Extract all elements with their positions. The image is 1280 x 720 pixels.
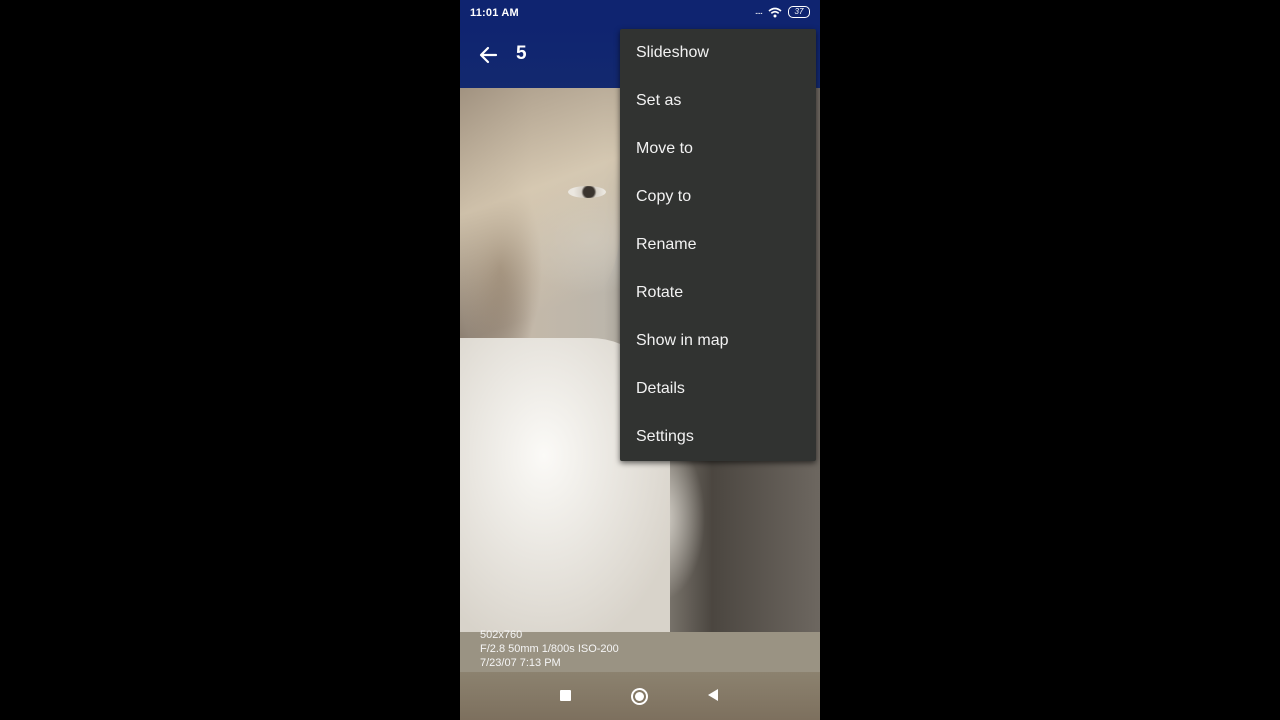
menu-item-details[interactable]: Details [620, 365, 816, 413]
status-time: 11:01 AM [470, 7, 519, 19]
menu-item-set-as[interactable]: Set as [620, 77, 816, 125]
menu-item-move-to[interactable]: Move to [620, 125, 816, 173]
battery-icon: 37 [788, 6, 810, 18]
overflow-menu: Slideshow Set as Move to Copy to Rename … [620, 29, 816, 461]
exif-resolution: 502x760 [480, 629, 523, 641]
menu-item-rename[interactable]: Rename [620, 221, 816, 269]
menu-item-slideshow[interactable]: Slideshow [620, 29, 816, 77]
home-circle-icon[interactable] [631, 688, 648, 705]
exif-info: 502x760 F/2.8 50mm 1/800s ISO-200 7/23/0… [480, 628, 619, 670]
photo-hair-region [460, 88, 620, 348]
status-icons: .... 37 [755, 6, 810, 18]
menu-item-copy-to[interactable]: Copy to [620, 173, 816, 221]
menu-item-rotate[interactable]: Rotate [620, 269, 816, 317]
nav-bar [460, 672, 820, 720]
status-bar: 11:01 AM .... 37 [460, 0, 820, 26]
exif-exposure: F/2.8 50mm 1/800s ISO-200 [480, 643, 619, 655]
menu-item-show-in-map[interactable]: Show in map [620, 317, 816, 365]
photo-eye-region [568, 186, 606, 198]
menu-item-settings[interactable]: Settings [620, 413, 816, 461]
wifi-icon [768, 7, 782, 17]
recents-square-icon[interactable] [560, 690, 571, 701]
exif-date: 7/23/07 7:13 PM [480, 657, 561, 669]
arrow-back-icon[interactable] [474, 40, 504, 70]
signal-dots-icon: .... [754, 6, 763, 17]
page-title: 5 [516, 43, 527, 64]
back-triangle-icon[interactable] [708, 689, 718, 701]
